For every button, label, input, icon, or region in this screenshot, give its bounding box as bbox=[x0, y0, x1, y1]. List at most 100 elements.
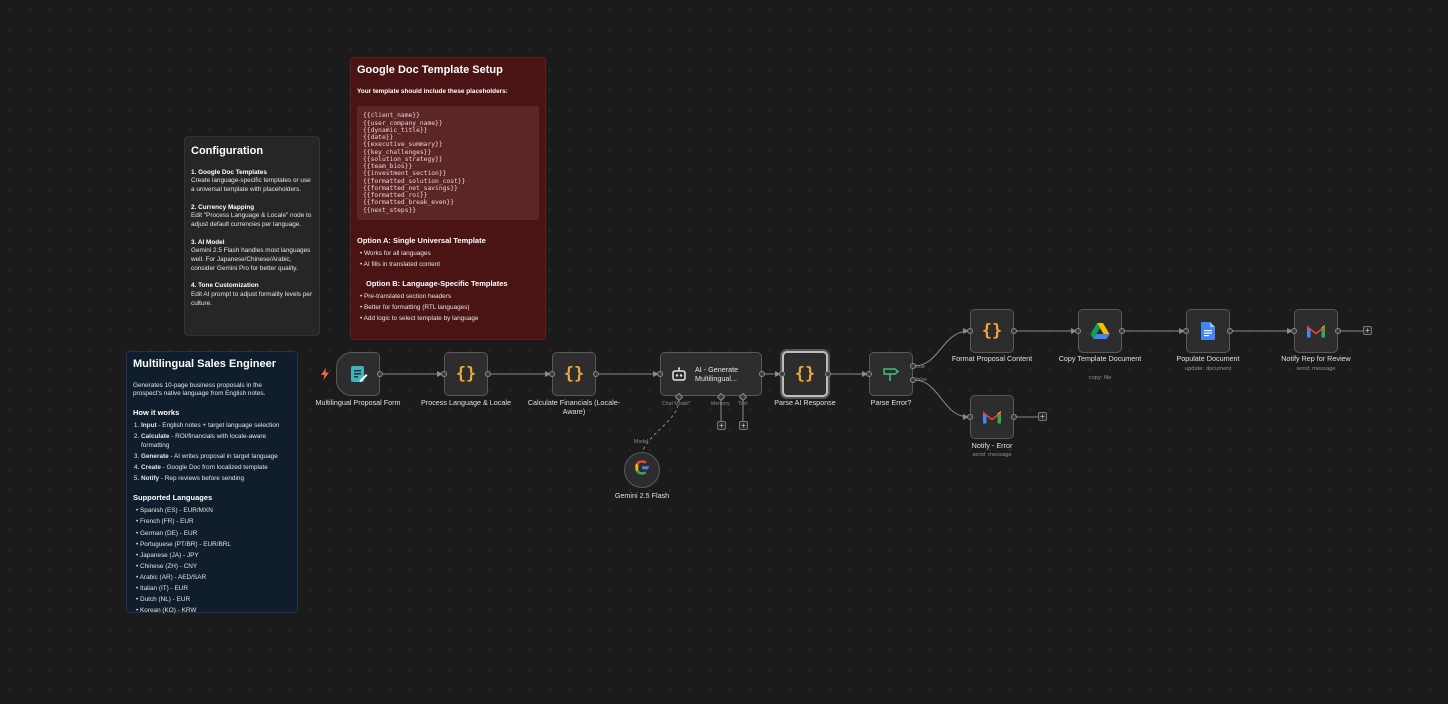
node-process-language-locale[interactable]: {} bbox=[444, 352, 488, 396]
output-port[interactable] bbox=[1011, 414, 1017, 420]
list-item: Japanese (JA) - JPY bbox=[136, 552, 291, 561]
step-name: Notify bbox=[141, 475, 160, 483]
node-label: Calculate Financials (Locale-Aware) bbox=[527, 398, 621, 416]
configuration-note[interactable]: Configuration 1. Google Doc Templates Cre… bbox=[184, 136, 320, 336]
tool-port-icon[interactable] bbox=[739, 393, 747, 401]
list-item: Input - English notes + target language … bbox=[141, 422, 291, 431]
output-port[interactable] bbox=[593, 371, 599, 377]
output-port[interactable] bbox=[1119, 328, 1125, 334]
step-text: - Google Doc from localized template bbox=[160, 464, 268, 472]
chat-model-label: Chat Model* bbox=[662, 401, 691, 407]
node-format-proposal-content[interactable]: {} bbox=[970, 309, 1014, 353]
node-gemini-2-5-flash[interactable] bbox=[624, 452, 660, 488]
node-subtitle: update: document bbox=[1184, 366, 1232, 372]
how-it-works-title: How it works bbox=[133, 408, 180, 418]
list-item: Better for formatting (RTL languages) bbox=[360, 304, 539, 313]
node-label: Multilingual Proposal Form bbox=[315, 398, 401, 407]
node-notify-rep-for-review[interactable] bbox=[1294, 309, 1338, 353]
tool-label: Tool bbox=[738, 401, 748, 407]
input-port[interactable] bbox=[967, 328, 973, 334]
input-port[interactable] bbox=[866, 371, 872, 377]
gmail-icon bbox=[1306, 324, 1326, 339]
list-item: Spanish (ES) - EUR/MXN bbox=[136, 507, 291, 516]
config-body: Edit "Process Language & Locale" node to… bbox=[191, 212, 312, 229]
list-item: Arabic (AR) - AED/SAR bbox=[136, 574, 291, 583]
google-drive-icon bbox=[1090, 322, 1110, 340]
input-port[interactable] bbox=[1183, 328, 1189, 334]
node-label: Format Proposal Content bbox=[951, 354, 1033, 363]
input-port[interactable] bbox=[967, 414, 973, 420]
node-label: Notify Rep for Review bbox=[1281, 354, 1351, 363]
input-port[interactable] bbox=[1291, 328, 1297, 334]
add-tool-button[interactable]: + bbox=[739, 421, 748, 430]
output-port[interactable] bbox=[1335, 328, 1341, 334]
option-a-list: Works for all languages AI fills in tran… bbox=[357, 250, 539, 270]
output-port[interactable] bbox=[825, 371, 831, 377]
output-port[interactable] bbox=[759, 371, 765, 377]
config-body: Create language-specific templates or us… bbox=[191, 177, 311, 194]
code-braces-icon: {} bbox=[455, 364, 477, 384]
config-heading: 2. Currency Mapping bbox=[191, 203, 255, 211]
add-node-button[interactable]: + bbox=[1363, 326, 1372, 335]
languages-list: Spanish (ES) - EUR/MXN French (FR) - EUR… bbox=[133, 507, 291, 616]
placeholder-code-block: {{client_name}} {{user_company_name}} {{… bbox=[357, 106, 539, 220]
google-doc-template-note[interactable]: Google Doc Template Setup Your template … bbox=[350, 57, 546, 340]
list-item: Italian (IT) - EUR bbox=[136, 585, 291, 594]
true-branch-label: true bbox=[916, 364, 925, 370]
config-heading: 4. Tone Customization bbox=[191, 282, 259, 290]
option-b-list: Pre-translated section headers Better fo… bbox=[357, 293, 539, 324]
robot-icon bbox=[671, 367, 687, 387]
form-icon bbox=[348, 364, 368, 384]
step-text: - Rep reviews before sending bbox=[159, 475, 245, 483]
input-port[interactable] bbox=[549, 371, 555, 377]
sales-engineer-note[interactable]: Multilingual Sales Engineer Generates 10… bbox=[126, 351, 298, 616]
node-calculate-financials[interactable]: {} bbox=[552, 352, 596, 396]
node-notify-error[interactable] bbox=[970, 395, 1014, 439]
option-b-title: Option B: Language-Specific Templates bbox=[366, 278, 508, 288]
list-item: Add logic to select template by language bbox=[360, 315, 539, 324]
config-body: Edit AI prompt to adjust formality level… bbox=[191, 290, 313, 307]
config-heading: 1. Google Doc Templates bbox=[191, 168, 267, 176]
node-label: AI - Generate Multilingual... bbox=[695, 365, 739, 383]
input-port[interactable] bbox=[1075, 328, 1081, 334]
step-text: - English notes + target language select… bbox=[156, 422, 280, 430]
node-multilingual-proposal-form[interactable] bbox=[336, 352, 380, 396]
list-item: Chinese (ZH) - CNY bbox=[136, 563, 291, 572]
node-subtitle: copy: file bbox=[1088, 375, 1112, 381]
memory-port-icon[interactable] bbox=[717, 393, 725, 401]
step-name: Calculate bbox=[141, 433, 170, 441]
node-parse-ai-response[interactable]: {} bbox=[782, 351, 828, 397]
false-branch-label: false bbox=[916, 377, 927, 383]
node-label: Gemini 2.5 Flash bbox=[614, 491, 670, 500]
node-label: Parse Error? bbox=[870, 398, 912, 407]
node-parse-error-if[interactable] bbox=[869, 352, 913, 396]
list-item: Create - Google Doc from localized templ… bbox=[141, 464, 291, 473]
list-item: Generate - AI writes proposal in target … bbox=[141, 453, 291, 462]
output-port[interactable] bbox=[377, 371, 383, 377]
list-item: French (FR) - EUR bbox=[136, 518, 291, 527]
node-populate-document[interactable] bbox=[1186, 309, 1230, 353]
node-ai-generate-multilingual[interactable]: AI - Generate Multilingual... bbox=[660, 352, 762, 396]
config-section: 3. AI Model Gemini 2.5 Flash handles most… bbox=[191, 239, 313, 274]
output-port[interactable] bbox=[1011, 328, 1017, 334]
output-port[interactable] bbox=[1227, 328, 1233, 334]
step-name: Generate bbox=[141, 453, 169, 461]
chat-model-port-icon[interactable] bbox=[675, 393, 683, 401]
add-memory-button[interactable]: + bbox=[717, 421, 726, 430]
list-item: Notify - Rep reviews before sending bbox=[141, 475, 291, 484]
step-name: Create bbox=[141, 464, 161, 472]
option-a-title: Option A: Single Universal Template bbox=[357, 235, 486, 245]
add-node-button[interactable]: + bbox=[1038, 412, 1047, 421]
sales-engineer-description: Generates 10-page business proposals in … bbox=[133, 381, 266, 398]
node-copy-template-document[interactable] bbox=[1078, 309, 1122, 353]
output-port[interactable] bbox=[485, 371, 491, 377]
steps-list: Input - English notes + target language … bbox=[133, 422, 291, 484]
input-port[interactable] bbox=[441, 371, 447, 377]
node-label: Notify - Error bbox=[971, 441, 1013, 450]
code-braces-icon: {} bbox=[794, 364, 816, 384]
code-braces-icon: {} bbox=[981, 321, 1003, 341]
config-body: Gemini 2.5 Flash handles most languages … bbox=[191, 247, 311, 272]
node-subtitle: send: message bbox=[1296, 366, 1336, 372]
input-port[interactable] bbox=[657, 371, 663, 377]
input-port[interactable] bbox=[779, 371, 785, 377]
